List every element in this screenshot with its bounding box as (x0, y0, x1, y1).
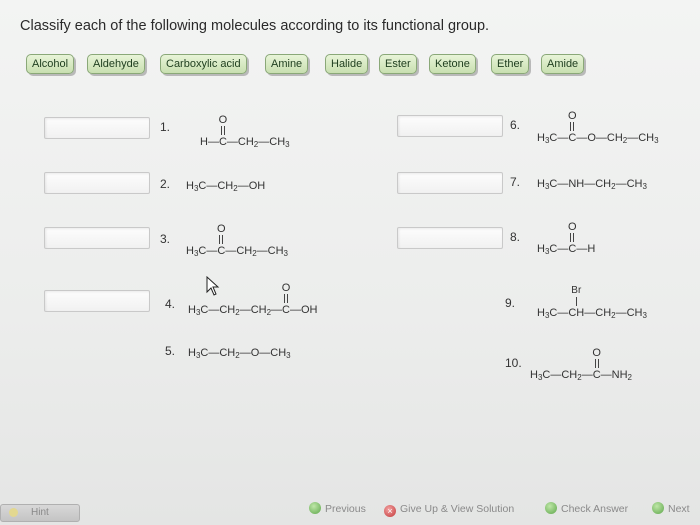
chip-amine[interactable]: Amine (265, 54, 309, 74)
answer-slot-4[interactable] (44, 290, 150, 312)
molecule-3-carbonyl-oxygen: O (217, 223, 226, 235)
molecule-1-double-bond (220, 126, 225, 135)
molecule-4-structure: H3C—CH2—CH2— O C—OH (188, 282, 318, 318)
molecule-9-structure: H3C— Br CH—CH2—CH3 (537, 285, 647, 320)
check-icon (545, 502, 557, 514)
answer-slot-2[interactable] (44, 172, 150, 194)
molecule-8-carbonyl-oxygen: O (568, 221, 577, 233)
question-number-9: 9. (505, 296, 516, 310)
molecule-4-carbonyl-oxygen: O (281, 282, 291, 294)
next-button[interactable]: Next (652, 501, 690, 517)
give-up-label: Give Up & View Solution (400, 503, 515, 515)
question-number-4: 4. (165, 297, 176, 311)
check-answer-button[interactable]: Check Answer (545, 501, 628, 517)
chip-halide[interactable]: Halide (325, 54, 369, 74)
next-icon (652, 502, 664, 514)
molecule-9-substituted-carbon: Br CH (568, 285, 585, 319)
question-number-7: 7. (510, 175, 521, 189)
answer-slot-8[interactable] (397, 227, 503, 249)
molecule-10-structure: H3C—CH2— O C—NH2 (530, 347, 632, 383)
molecule-3-structure: H3C— O C—CH2—CH3 (186, 223, 288, 259)
molecule-10-carbonyl-oxygen: O (592, 347, 601, 359)
molecule-3-carbonyl-carbon: OC (217, 223, 226, 258)
chip-amide[interactable]: Amide (541, 54, 585, 74)
question-number-10: 10. (505, 356, 522, 370)
previous-button[interactable]: Previous (309, 501, 366, 517)
chip-carboxylic-acid[interactable]: Carboxylic acid (160, 54, 247, 74)
question-number-5: 5. (165, 344, 176, 358)
molecule-5-structure: H3C—CH2—O—CH3 (188, 347, 291, 360)
molecule-1-carbonyl-oxygen: O (218, 114, 228, 126)
close-icon: × (384, 505, 396, 517)
mouse-cursor-icon (206, 275, 220, 301)
chip-alcohol[interactable]: Alcohol (26, 54, 75, 74)
question-number-2: 2. (160, 177, 171, 191)
molecule-10-carbonyl-carbon: OC (592, 347, 601, 382)
molecule-4-carbonyl-carbon: OC (281, 282, 291, 317)
molecule-8-structure: H3C— O C—H (537, 221, 596, 257)
previous-icon (309, 502, 321, 514)
chip-ketone[interactable]: Ketone (429, 54, 476, 74)
give-up-view-solution-button[interactable]: × Give Up & View Solution (384, 501, 514, 517)
answer-slot-3[interactable] (44, 227, 150, 249)
chip-ether[interactable]: Ether (491, 54, 530, 74)
hint-label: Hint (31, 507, 49, 518)
question-title: Classify each of the following molecules… (20, 18, 490, 34)
molecule-6-carbonyl-oxygen: O (568, 110, 577, 122)
answer-slot-6[interactable] (397, 115, 503, 137)
chip-ester[interactable]: Ester (379, 54, 417, 74)
answer-slot-7[interactable] (397, 172, 503, 194)
molecule-6-structure: H3C— O C—O—CH2—CH3 (537, 110, 659, 146)
check-answer-label: Check Answer (561, 503, 629, 515)
molecule-1-structure: H— O C—CH2—CH3 (200, 114, 290, 150)
question-number-8: 8. (510, 230, 521, 244)
previous-label: Previous (325, 503, 366, 515)
hint-button[interactable]: Hint (0, 504, 80, 522)
lightbulb-icon (9, 508, 18, 517)
next-label: Next (668, 503, 690, 515)
molecule-6-carbonyl-carbon: OC (568, 110, 577, 145)
question-number-3: 3. (160, 232, 171, 246)
molecule-1-carbonyl-carbon: OC (218, 114, 228, 149)
answer-slot-1[interactable] (44, 117, 150, 139)
chip-aldehyde[interactable]: Aldehyde (87, 54, 145, 74)
molecule-7-structure: H3C—NH—CH2—CH3 (537, 178, 647, 191)
molecule-9-bromine: Br (571, 285, 582, 296)
molecule-8-carbonyl-carbon: OC (568, 221, 577, 256)
question-number-6: 6. (510, 118, 521, 132)
molecule-2-structure: H3C—CH2—OH (186, 180, 266, 193)
question-number-1: 1. (160, 120, 171, 134)
molecule-1-h: H (200, 136, 208, 148)
